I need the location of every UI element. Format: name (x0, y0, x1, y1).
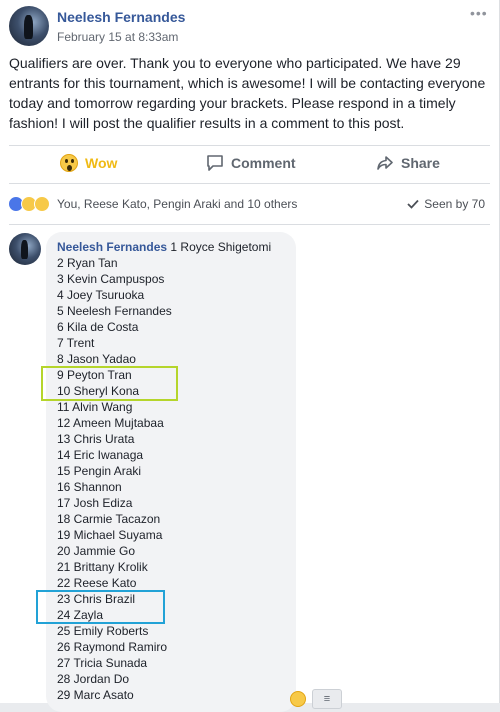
menu-icon[interactable]: ≡ (312, 689, 342, 709)
highlight-box-blue (36, 590, 165, 624)
comment-line: 18 Carmie Tacazon (57, 512, 161, 526)
comment-line: 12 Ameen Mujtabaa (57, 416, 164, 430)
comment-line: 25 Emily Roberts (57, 624, 149, 638)
comment-line: 17 Josh Ediza (57, 496, 133, 510)
comment-line: 27 Tricia Sunada (57, 656, 148, 670)
share-label: Share (401, 155, 440, 171)
emoji-icon[interactable] (290, 691, 306, 707)
more-options-icon[interactable]: ••• (470, 6, 488, 20)
comment-line: 19 Michael Suyama (57, 528, 163, 542)
facebook-post: Neelesh Fernandes February 15 at 8:33am … (0, 0, 500, 712)
share-button[interactable]: Share (376, 146, 440, 180)
comment-line: 15 Pengin Araki (57, 464, 142, 478)
wow-icon (60, 154, 78, 172)
comment-line: 7 Trent (57, 336, 95, 350)
reaction-icons (8, 196, 50, 212)
comment-line: 13 Chris Urata (57, 432, 135, 446)
comment-line: 8 Jason Yadao (57, 352, 136, 366)
comment-first-line: Neelesh Fernandes 1 Royce Shigetomi (57, 239, 271, 255)
comment-line: 3 Kevin Campuspos (57, 272, 165, 286)
post-timestamp[interactable]: February 15 at 8:33am (57, 30, 178, 44)
divider (9, 224, 490, 225)
comment-line: 26 Raymond Ramiro (57, 640, 168, 654)
seen-by[interactable]: Seen by 70 (407, 194, 485, 214)
comment-line: 21 Brittany Krolik (57, 560, 148, 574)
comment-line: 22 Reese Kato (57, 576, 137, 590)
comment-line: 6 Kila de Costa (57, 320, 139, 334)
wow-button[interactable]: Wow (60, 146, 117, 180)
comment-line: 11 Alvin Wang (57, 400, 133, 414)
author-avatar[interactable] (9, 6, 49, 46)
comment-avatar[interactable] (9, 233, 41, 265)
comment-line: 14 Eric Iwanaga (57, 448, 144, 462)
post-author-name[interactable]: Neelesh Fernandes (57, 9, 185, 25)
comment-line: 1 Royce Shigetomi (170, 240, 272, 254)
wow-label: Wow (85, 155, 118, 171)
comment-line: 4 Joey Tsuruoka (57, 288, 145, 302)
comment-body: Neelesh Fernandes 1 Royce Shigetomi 2 Ry… (57, 239, 271, 703)
highlight-box-green (41, 366, 178, 401)
reactions-text[interactable]: You, Reese Kato, Pengin Araki and 10 oth… (57, 197, 297, 211)
checkmark-icon (407, 199, 419, 209)
post-body: Qualifiers are over. Thank you to everyo… (9, 55, 486, 131)
comment-author-name[interactable]: Neelesh Fernandes (57, 240, 167, 254)
comment-line: 28 Jordan Do (57, 672, 130, 686)
comment-line: 20 Jammie Go (57, 544, 136, 558)
comment-line: 29 Marc Asato (57, 688, 134, 702)
reactions-summary[interactable]: You, Reese Kato, Pengin Araki and 10 oth… (8, 194, 297, 214)
comment-icon (207, 155, 223, 171)
comment-line: 16 Shannon (57, 480, 122, 494)
comment-label: Comment (231, 155, 296, 171)
comment-line: 2 Ryan Tan (57, 256, 118, 270)
reply-toolbar: ≡ (290, 689, 342, 709)
share-icon (377, 156, 393, 170)
comment-button[interactable]: Comment (206, 146, 296, 180)
comment-line: 5 Neelesh Fernandes (57, 304, 172, 318)
divider (9, 183, 490, 184)
seen-by-text: Seen by 70 (424, 197, 485, 211)
haha-reaction-icon (34, 196, 50, 212)
